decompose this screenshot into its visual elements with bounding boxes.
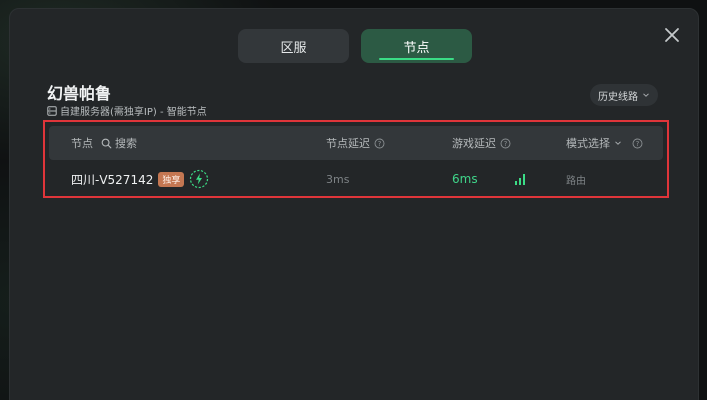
signal-icon	[514, 174, 525, 185]
table-header: 节点 搜索 节点延迟 ? 游戏延迟 ? 模式选择 ?	[49, 126, 663, 160]
header-node-latency-cell: 节点延迟 ?	[326, 126, 385, 160]
history-route-label: 历史线路	[598, 91, 638, 103]
search-button[interactable]: 搜索	[101, 135, 137, 151]
table-row[interactable]: 四川-V527142 独享 3ms 6ms 路由	[49, 164, 663, 194]
mode-select-dropdown[interactable]: 模式选择	[566, 135, 622, 151]
node-cell: 四川-V527142 独享	[71, 164, 209, 194]
tab-node[interactable]: 节点	[361, 29, 472, 63]
chevron-down-icon	[615, 141, 621, 145]
search-icon	[101, 138, 112, 148]
close-icon[interactable]	[664, 27, 680, 43]
header-game-latency-cell: 游戏延迟 ?	[452, 126, 511, 160]
history-route-button[interactable]: 历史线路	[590, 84, 658, 106]
header-node-latency: 节点延迟	[326, 137, 370, 150]
node-latency-cell: 3ms	[326, 164, 349, 194]
node-name: 四川-V527142	[71, 172, 154, 187]
search-label: 搜索	[115, 137, 137, 150]
svg-text:?: ?	[504, 140, 508, 148]
mode-cell: 路由	[566, 164, 586, 194]
help-icon[interactable]: ?	[374, 138, 385, 149]
exclusive-badge: 独享	[158, 171, 185, 187]
node-latency-value: 3ms	[326, 172, 350, 186]
header-game-latency: 游戏延迟	[452, 137, 496, 150]
lightning-icon	[190, 169, 209, 189]
header-node: 节点	[71, 137, 93, 150]
tab-region[interactable]: 区服	[238, 29, 349, 63]
header-mode: 模式选择	[566, 137, 610, 150]
help-icon[interactable]: ?	[632, 138, 643, 149]
node-table: 节点 搜索 节点延迟 ? 游戏延迟 ? 模式选择 ? 四川-V527142 独享…	[43, 120, 669, 198]
tab-bar: 区服 节点	[238, 29, 472, 63]
game-latency-value: 6ms	[452, 172, 478, 186]
game-title: 幻兽帕鲁	[47, 84, 112, 103]
game-latency-cell: 6ms	[452, 164, 526, 194]
svg-text:?: ?	[378, 140, 382, 148]
mode-value: 路由	[566, 175, 586, 187]
chevron-down-icon	[643, 93, 649, 97]
header-node-cell: 节点 搜索	[71, 126, 137, 160]
node-selection-dialog: 区服 节点 幻兽帕鲁 自建服务器(需独享IP) - 智能节点 历史线路 节点 搜…	[9, 8, 699, 400]
help-icon[interactable]: ?	[500, 138, 511, 149]
header-mode-cell: 模式选择 ?	[566, 126, 643, 160]
subtitle-text: 自建服务器(需独享IP) - 智能节点	[60, 107, 207, 118]
game-subtitle: 自建服务器(需独享IP) - 智能节点	[47, 103, 207, 118]
svg-text:?: ?	[636, 140, 640, 148]
server-icon	[47, 105, 57, 116]
